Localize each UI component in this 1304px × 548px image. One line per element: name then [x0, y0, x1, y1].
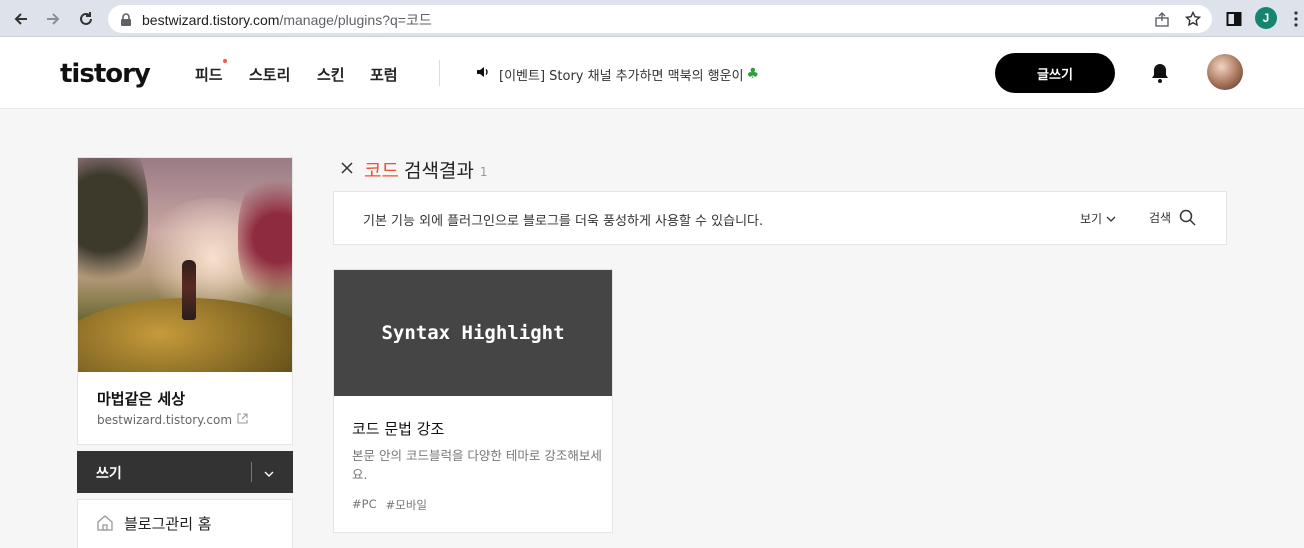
result-label: 검색결과 [403, 160, 474, 182]
sidebar-write-button[interactable]: 쓰기 [77, 451, 293, 493]
notice-text: [이벤트] Story 채널 추가하면 맥북의 행운이 [499, 68, 744, 84]
site-header: tistory 피드 스토리 스킨 포럼 [이벤트] Story 채널 추가하면… [0, 37, 1304, 109]
new-dot-badge [223, 59, 227, 63]
plugin-description: 본문 안의 코드블럭을 다양한 테마로 강조해보세요. [352, 448, 602, 482]
back-arrow-icon[interactable] [8, 6, 34, 32]
divider [251, 462, 252, 482]
blog-url-text: bestwizard.tistory.com [97, 413, 233, 427]
plugin-tags: #PC #모바일 [352, 497, 427, 513]
search-label: 검색 [1149, 211, 1172, 225]
speaker-icon [475, 64, 491, 84]
chevron-down-icon[interactable] [263, 465, 275, 484]
event-notice[interactable]: [이벤트] Story 채널 추가하면 맥북의 행운이 ♣ [475, 64, 759, 84]
tistory-logo[interactable]: tistory [60, 59, 151, 89]
nav-feed[interactable]: 피드 [195, 64, 223, 85]
clover-icon: ♣ [746, 66, 760, 82]
chevron-down-icon [1106, 216, 1116, 222]
tag-pc: #PC [352, 497, 377, 511]
blog-profile-card: 마법같은 세상 bestwizard.tistory.com [77, 157, 293, 445]
blog-name[interactable]: 마법같은 세상 [97, 388, 185, 409]
search-button[interactable]: 검색 [1149, 209, 1196, 226]
menu-kebab-icon[interactable] [1283, 6, 1304, 32]
plugin-thumbnail-text: Syntax Highlight [381, 322, 565, 344]
url-host: bestwizard.tistory.com [142, 12, 280, 28]
forward-arrow-icon[interactable] [40, 6, 66, 32]
plugin-card[interactable]: Syntax Highlight 코드 문법 강조 본문 안의 코드블럭을 다양… [333, 269, 613, 533]
home-icon [96, 514, 114, 536]
user-avatar[interactable] [1207, 54, 1243, 90]
search-keyword: 코드 [364, 160, 399, 182]
nav-story[interactable]: 스토리 [249, 64, 290, 85]
reload-icon[interactable] [73, 6, 99, 32]
result-count: 1 [479, 165, 488, 179]
plugin-thumbnail: Syntax Highlight [334, 270, 612, 396]
close-icon[interactable] [340, 160, 354, 179]
search-icon [1179, 209, 1196, 226]
tag-mobile: #모바일 [385, 498, 427, 512]
plugin-description-text: 기본 기능 외에 플러그인으로 블로그를 더욱 풍성하게 사용할 수 있습니다. [363, 214, 764, 229]
view-label: 보기 [1080, 212, 1103, 226]
write-label: 쓰기 [96, 466, 122, 482]
nav-skin[interactable]: 스킨 [317, 64, 345, 85]
url-text: bestwizard.tistory.com/manage/plugins?q=… [142, 10, 432, 30]
search-result-heading: 코드 검색결과 1 [340, 156, 488, 183]
sidebar-item-manage-home[interactable]: 블로그관리 홈 [77, 499, 293, 548]
external-link-icon [237, 413, 248, 427]
plugin-title: 코드 문법 강조 [352, 420, 445, 438]
blog-url-link[interactable]: bestwizard.tistory.com [97, 413, 248, 427]
write-post-button[interactable]: 글쓰기 [995, 53, 1115, 93]
bookmark-star-icon[interactable] [1184, 10, 1202, 28]
lock-icon [120, 12, 132, 31]
side-panel-icon[interactable] [1221, 6, 1247, 32]
share-icon[interactable] [1153, 10, 1171, 28]
view-dropdown[interactable]: 보기 [1080, 210, 1116, 227]
blog-cover-image [78, 158, 292, 372]
plugin-info-bar: 기본 기능 외에 플러그인으로 블로그를 더욱 풍성하게 사용할 수 있습니다.… [333, 191, 1227, 245]
sidebar-item-label: 블로그관리 홈 [124, 515, 212, 533]
url-path: /manage/plugins?q=코드 [279, 12, 432, 28]
divider [439, 60, 440, 86]
bell-icon[interactable] [1150, 62, 1170, 88]
nav-forum[interactable]: 포럼 [370, 64, 398, 85]
address-bar[interactable]: bestwizard.tistory.com/manage/plugins?q=… [108, 5, 1212, 33]
browser-toolbar: bestwizard.tistory.com/manage/plugins?q=… [0, 0, 1304, 37]
profile-avatar[interactable]: J [1255, 7, 1277, 29]
